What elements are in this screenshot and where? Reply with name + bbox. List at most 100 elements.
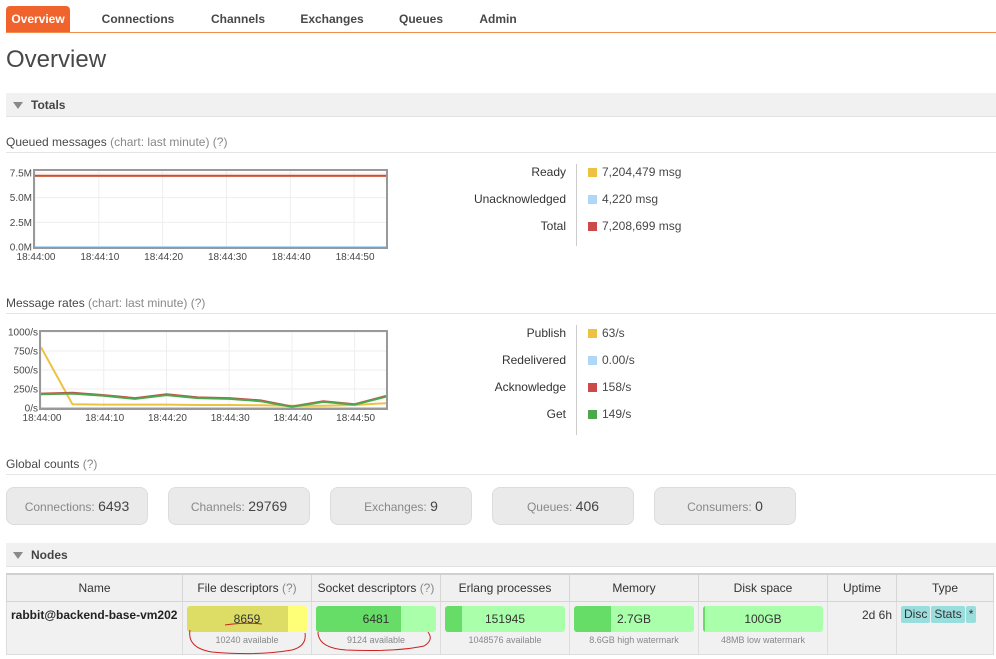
collapse-triangle-icon [13,552,23,559]
nodes-table: Name File descriptors (?) Socket descrip… [6,573,994,655]
legend-row-ready: Ready 7,204,479 msg [430,165,710,181]
uptime-cell: 2d 6h [827,600,897,655]
tab-connections[interactable]: Connections [100,6,176,32]
bar-value: 6481 [362,611,390,626]
legend-row-total: Total 7,208,699 msg [430,219,710,235]
legend-value: 149/s [602,407,632,421]
legend-swatch [588,222,597,231]
count-label: Consumers: [687,500,752,514]
count-exchanges[interactable]: Exchanges: 9 [330,487,472,525]
table-header-row: Name File descriptors (?) Socket descrip… [6,573,994,602]
count-label: Exchanges: [364,500,427,514]
bar-value: 8659 [233,611,261,626]
legend-swatch [588,356,597,365]
tab-exchanges[interactable]: Exchanges [297,6,367,32]
queued-messages-title: Queued messages [6,135,107,149]
count-channels[interactable]: Channels: 29769 [168,487,310,525]
page-title: Overview [6,46,107,73]
type-tag-star: * [965,605,977,623]
nodes-section-toggle[interactable]: Nodes [6,543,996,567]
col-header-file-descriptors[interactable]: File descriptors (?) [182,573,312,602]
x-tick-label: 18:44:20 [144,252,183,263]
queued-messages-hint[interactable]: (chart: last minute) (?) [110,135,227,149]
x-tick-label: 18:44:40 [272,252,311,263]
count-consumers[interactable]: Consumers: 0 [654,487,796,525]
count-connections[interactable]: Connections: 6493 [6,487,148,525]
col-header-name[interactable]: Name [6,573,183,602]
bar-value: 2.7GB [616,611,652,626]
global-counts-hint[interactable]: (?) [83,457,98,471]
bar-subtext: 10240 available [215,634,279,645]
sd-bar: 6481 [316,605,436,632]
type-tag-disc: Disc [901,605,931,623]
legend-swatch [588,410,597,419]
erlang-bar: 151945 [445,605,565,632]
node-name-link[interactable]: rabbit@backend-base-vm202 [6,600,183,655]
col-header-type[interactable]: Type [896,573,994,602]
col-header-disk-space[interactable]: Disk space [698,573,828,602]
col-header-uptime[interactable]: Uptime [827,573,897,602]
legend-row-unacknowledged: Unacknowledged 4,220 msg [430,192,710,208]
count-label: Connections: [24,500,95,514]
queued-messages-heading: Queued messages (chart: last minute) (?) [6,135,996,153]
top-nav: Overview Connections Channels Exchanges … [6,6,996,33]
legend-swatch [588,168,597,177]
col-header-memory[interactable]: Memory [569,573,699,602]
legend-row-redelivered: Redelivered 0.00/s [430,353,710,369]
type-cell: Disc Stats * [896,600,994,655]
legend-value: 7,208,699 msg [602,219,682,233]
x-tick-label: 18:44:00 [17,252,56,263]
legend-label: Ready [531,165,566,179]
x-tick-label: 18:44:00 [23,413,62,424]
bar-subtext: 48MB low watermark [720,634,806,645]
count-value: 6493 [98,498,130,514]
x-tick-label: 18:44:20 [148,413,187,424]
tab-channels[interactable]: Channels [207,6,269,32]
totals-section-toggle[interactable]: Totals [6,93,996,117]
count-queues[interactable]: Queues: 406 [492,487,634,525]
legend-row-publish: Publish 63/s [430,326,710,342]
bar-value: 151945 [484,611,526,626]
plot-background [35,171,386,247]
bar-subtext: 8.6GB high watermark [589,634,679,645]
legend-label: Redelivered [501,353,566,367]
fd-cell: 8659 10240 available [182,600,312,655]
y-tick-label: 250/s [14,385,38,396]
y-tick-label: 2.5M [10,218,32,229]
col-header-socket-descriptors[interactable]: Socket descriptors (?) [311,573,441,602]
global-counts-heading: Global counts (?) [6,457,996,475]
global-counts-title: Global counts [6,457,80,471]
tab-admin[interactable]: Admin [476,6,520,32]
bar-subtext: 1048576 available [468,634,542,645]
count-value: 0 [755,498,763,514]
message-rates-legend: Publish 63/s Redelivered 0.00/s Acknowle… [430,325,710,435]
legend-swatch [588,329,597,338]
legend-value: 63/s [602,326,625,340]
tab-queues[interactable]: Queues [396,6,446,32]
legend-value: 0.00/s [602,353,635,367]
legend-row-get: Get 149/s [430,407,710,423]
x-tick-label: 18:44:10 [80,252,119,263]
bar-value: 100GB [744,611,782,626]
nodes-section-label: Nodes [31,548,68,562]
tab-overview[interactable]: Overview [6,6,70,32]
count-label: Queues: [526,500,573,514]
erlang-cell: 151945 1048576 available [440,600,570,655]
type-tag-stats: Stats [931,605,965,623]
message-rates-hint[interactable]: (chart: last minute) (?) [88,296,205,310]
sd-cell: 6481 9124 available [311,600,441,655]
col-header-erlang-processes[interactable]: Erlang processes [440,573,570,602]
y-tick-label: 750/s [14,347,38,358]
legend-label: Acknowledge [494,380,566,394]
fd-bar: 8659 [187,605,307,632]
legend-value: 158/s [602,380,632,394]
legend-value: 4,220 msg [602,192,659,206]
x-tick-label: 18:44:40 [273,413,312,424]
legend-value: 7,204,479 msg [602,165,682,179]
count-value: 406 [575,498,600,514]
y-tick-label: 5.0M [10,193,32,204]
legend-swatch [588,383,597,392]
collapse-triangle-icon [13,102,23,109]
x-tick-label: 18:44:50 [336,252,375,263]
legend-label: Get [546,407,566,421]
